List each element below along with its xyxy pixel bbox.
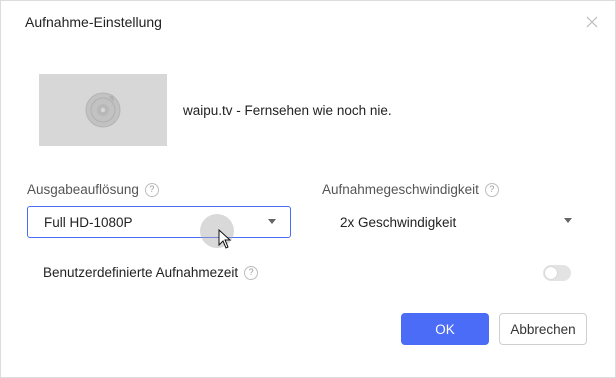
media-thumbnail — [39, 74, 167, 146]
close-button[interactable] — [583, 13, 601, 31]
speed-select[interactable]: 2x Geschwindigkeit — [322, 206, 586, 238]
cancel-button[interactable]: Abbrechen — [499, 313, 587, 345]
recording-settings-dialog: Aufnahme-Einstellung waipu.tv - Fernsehe… — [0, 0, 616, 378]
speed-label-text: Aufnahmegeschwindigkeit — [322, 182, 479, 197]
chevron-down-icon — [268, 219, 276, 224]
custom-time-toggle[interactable] — [543, 265, 571, 281]
chevron-down-icon — [564, 218, 572, 223]
speed-select-value: 2x Geschwindigkeit — [340, 214, 457, 230]
media-info: waipu.tv - Fernsehen wie noch nie. — [39, 74, 599, 146]
help-icon[interactable]: ? — [144, 182, 159, 197]
dialog-title-bar: Aufnahme-Einstellung — [1, 1, 616, 45]
disc-icon — [85, 92, 121, 128]
help-icon[interactable]: ? — [484, 182, 499, 197]
resolution-label: Ausgabeauflösung ? — [27, 182, 159, 197]
custom-time-label: Benutzerdefinierte Aufnahmezeit ? — [43, 265, 259, 280]
resolution-label-text: Ausgabeauflösung — [27, 182, 139, 197]
custom-time-label-text: Benutzerdefinierte Aufnahmezeit — [43, 265, 239, 280]
ok-button[interactable]: OK — [401, 313, 489, 345]
help-icon[interactable]: ? — [244, 265, 259, 280]
resolution-select-value: Full HD-1080P — [44, 214, 133, 230]
dialog-title: Aufnahme-Einstellung — [25, 14, 162, 30]
toggle-knob — [545, 267, 557, 279]
speed-label: Aufnahmegeschwindigkeit ? — [322, 182, 499, 197]
resolution-select[interactable]: Full HD-1080P — [27, 206, 291, 238]
media-title: waipu.tv - Fernsehen wie noch nie. — [183, 103, 392, 118]
custom-time-row: Benutzerdefinierte Aufnahmezeit ? — [43, 263, 573, 283]
close-icon — [586, 16, 598, 28]
